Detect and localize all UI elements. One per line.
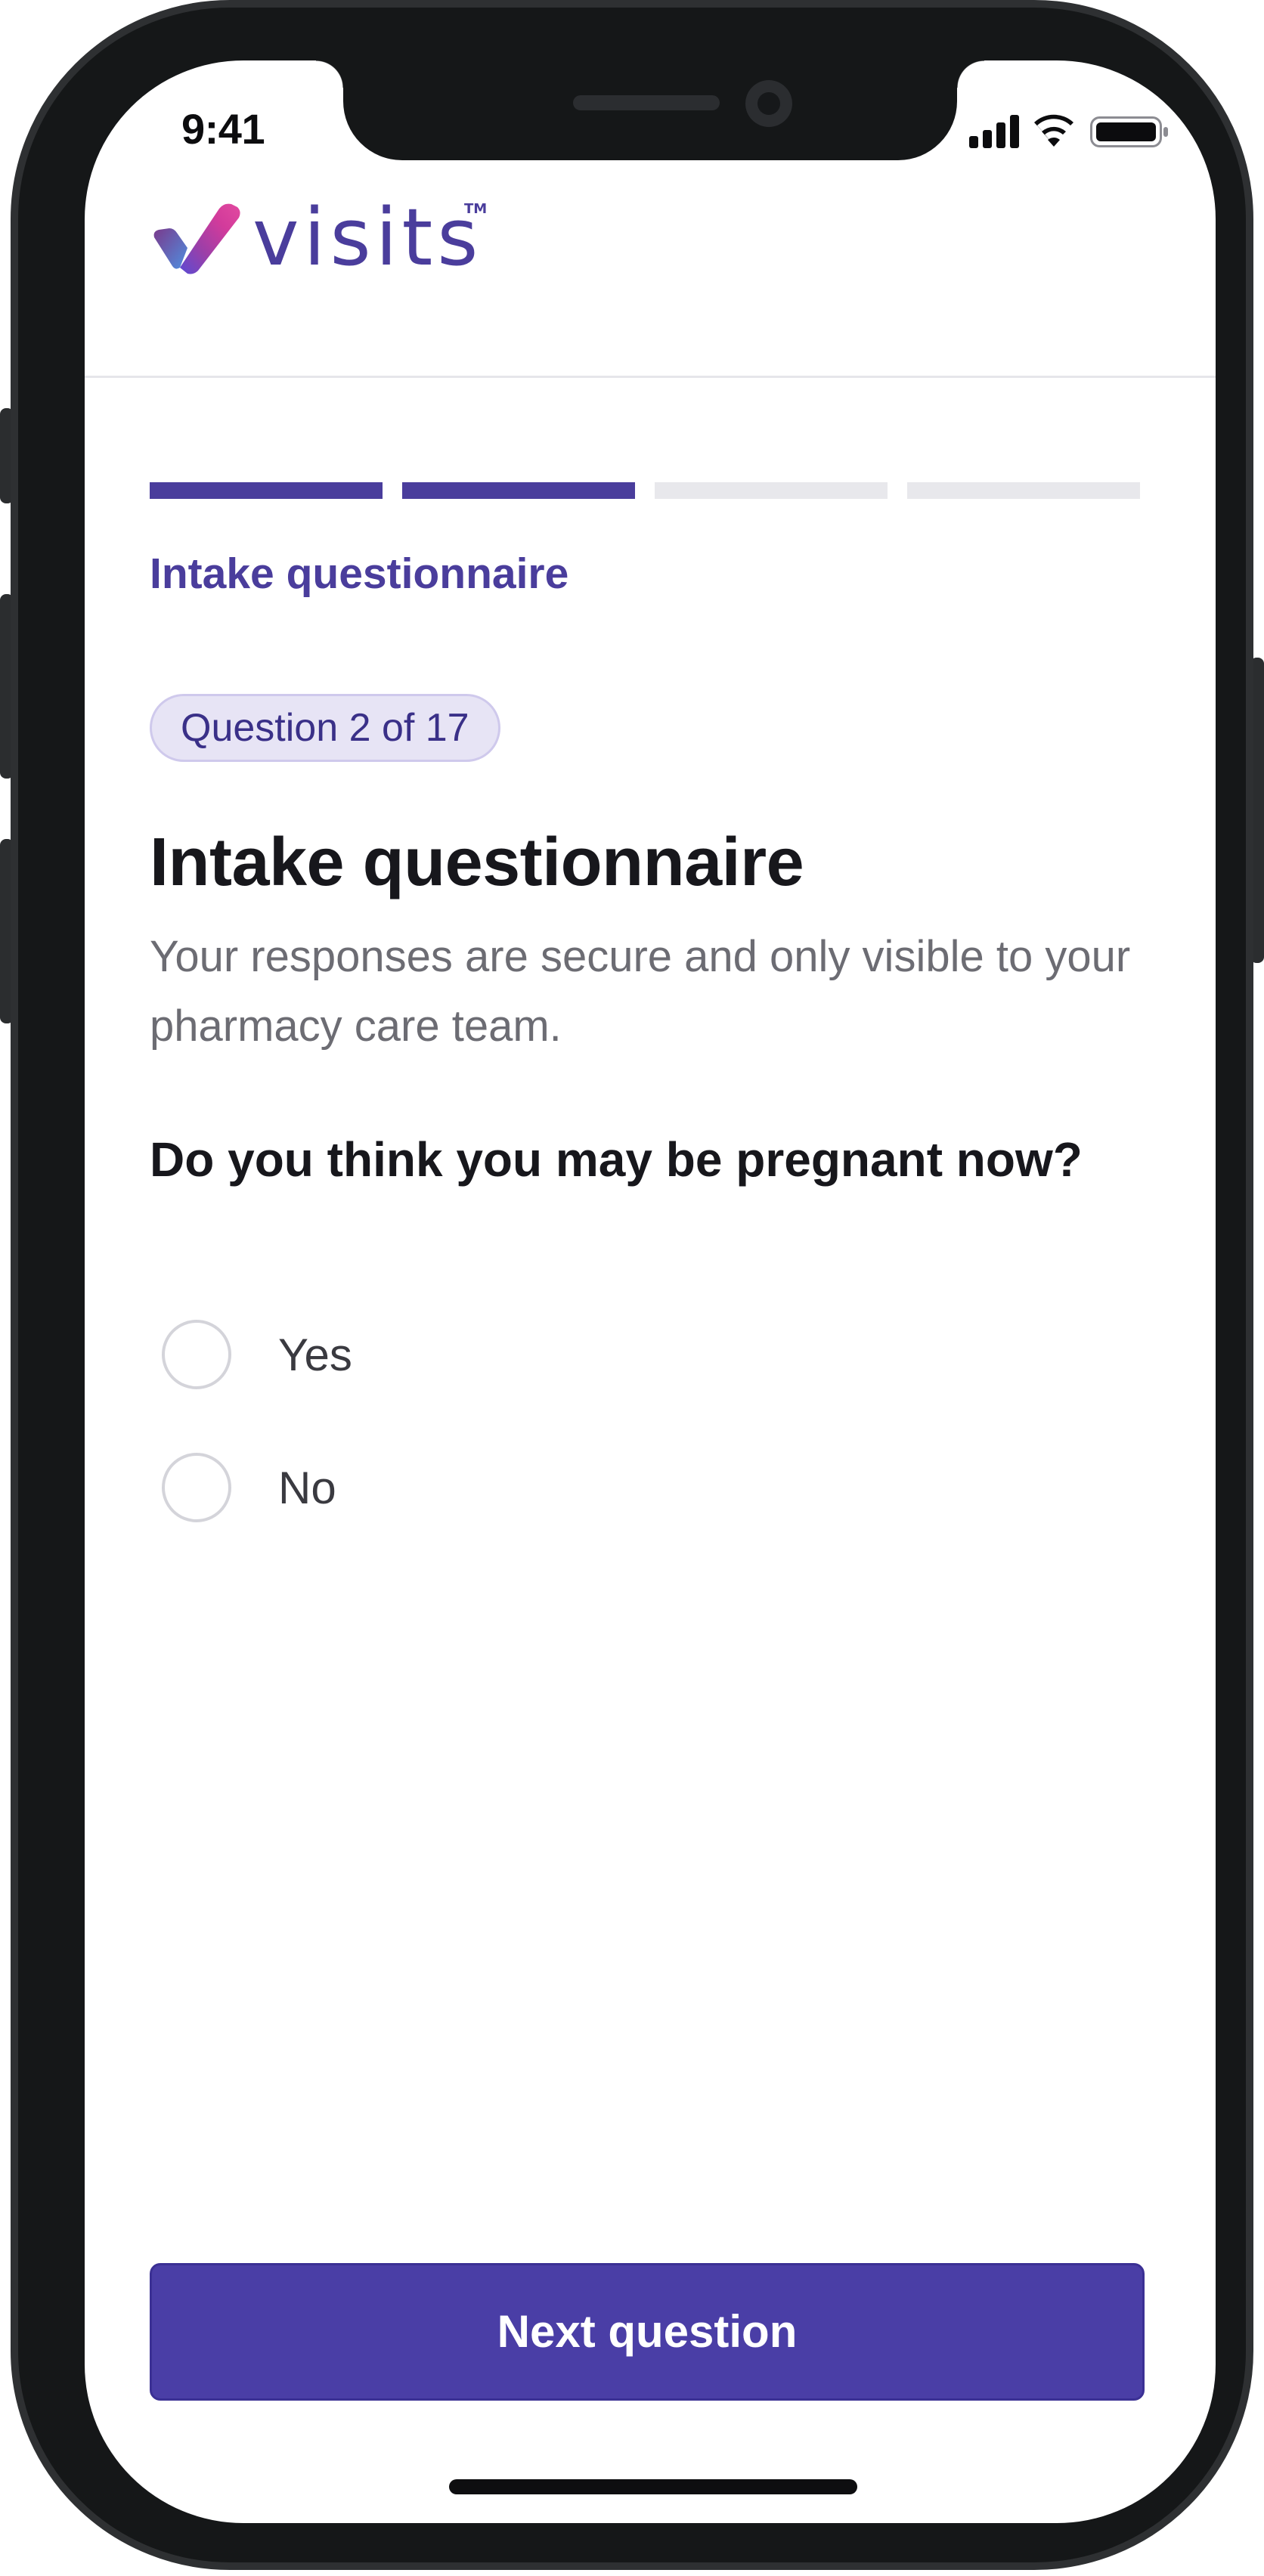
privacy-subtitle: Your responses are secure and only visib… [150, 932, 1131, 1051]
progress-bar [150, 482, 1140, 499]
phone-screen: 9:41 visits TM Intake questionnaire Ques… [85, 60, 1216, 2523]
wifi-icon [1034, 114, 1073, 147]
progress-segment-2 [402, 482, 635, 499]
checkmark-logo-icon [153, 203, 240, 274]
page-title: Intake questionnaire [150, 825, 804, 900]
question-text: Do you think you may be pregnant now? [150, 1132, 1083, 1187]
battery-icon [1090, 116, 1168, 147]
device-mockup: 9:41 visits TM Intake questionnaire Ques… [0, 0, 1264, 2576]
status-time: 9:41 [181, 105, 265, 153]
option-no[interactable]: No [162, 1453, 336, 1522]
option-yes[interactable]: Yes [162, 1320, 352, 1389]
status-icons [969, 113, 1173, 148]
speaker-grille [573, 95, 720, 110]
home-indicator[interactable] [449, 2479, 857, 2494]
next-question-button[interactable]: Next question [150, 2263, 1145, 2401]
trademark-mark: TM [464, 201, 488, 217]
radio-no[interactable] [162, 1453, 231, 1522]
progress-segment-3 [655, 482, 888, 499]
progress-segment-4 [907, 482, 1140, 499]
phone-frame: 9:41 visits TM Intake questionnaire Ques… [11, 0, 1253, 2570]
option-no-label: No [278, 1462, 336, 1513]
section-label: Intake questionnaire [150, 550, 569, 598]
question-counter-badge: Question 2 of 17 [150, 694, 500, 762]
signal-icon [969, 115, 1019, 148]
option-yes-label: Yes [278, 1329, 352, 1380]
logo-wordmark: visits [252, 191, 483, 283]
progress-segment-1 [150, 482, 383, 499]
radio-yes[interactable] [162, 1320, 231, 1389]
notch [316, 60, 984, 160]
visits-logo[interactable]: visits TM [150, 191, 490, 284]
front-camera-icon [745, 80, 792, 127]
